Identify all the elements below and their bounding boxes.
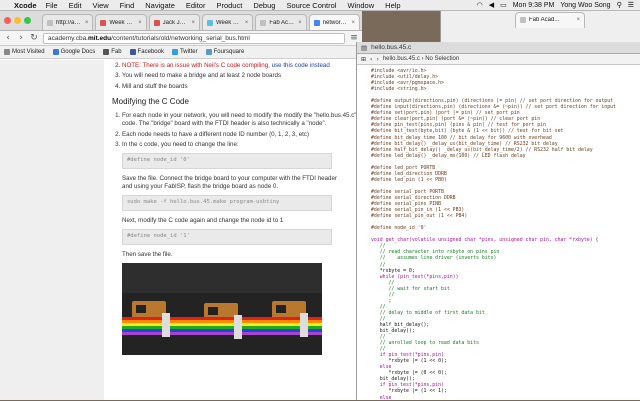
address-bar[interactable]: academy.cba. mit.edu/content/tutorials/ol… [43, 32, 345, 44]
forward-arrow-icon[interactable]: › [376, 56, 378, 63]
code-block: #define node_id '1' [122, 229, 332, 245]
page-margin [0, 60, 104, 400]
steps-list: For each node in your network, you will … [112, 112, 360, 149]
paragraph: Next, modify the C code again and change… [122, 216, 284, 224]
close-icon[interactable]: × [85, 20, 89, 26]
folder-icon [103, 49, 110, 55]
bookmarks-bar: Most Visited Google Docs Fab Facebook Tw… [0, 46, 362, 59]
close-window-icon[interactable] [4, 17, 11, 24]
menu-editor[interactable]: Editor [186, 1, 206, 10]
menu-bar: Xcode File Edit View Find Navigate Edito… [0, 0, 640, 11]
back-arrow-icon[interactable]: ‹ [4, 33, 12, 43]
page-favicon-icon [47, 19, 53, 26]
wifi-icon[interactable]: ◠ [477, 1, 483, 9]
user-name[interactable]: Yong Woo Song [560, 2, 610, 9]
menu-view[interactable]: View [93, 1, 109, 10]
close-icon[interactable]: × [351, 20, 355, 26]
code-block: sudo make -f hello.bus.45.make program-u… [122, 195, 332, 211]
menu-navigate[interactable]: Navigate [145, 1, 175, 10]
docs-icon [52, 49, 59, 55]
browser-tab-0[interactable]: http://aca...index.html× [42, 14, 94, 30]
bookmark-foursquare[interactable]: Foursquare [205, 49, 244, 55]
browser-tab-3[interactable]: Week 12 : Com...× [201, 14, 254, 30]
bookmark-fab[interactable]: Fab [103, 49, 122, 55]
xcode-window: ▤ hello.bus.45.c ⊞ ‹ › hello.bus.45.c › … [356, 42, 640, 401]
related-items-icon[interactable]: ⊞ [361, 56, 366, 63]
page-favicon-icon [206, 19, 213, 26]
file-title: hello.bus.45.c [371, 44, 412, 51]
browser-tab-bar: http://aca...index.html× Week 14 : Netw.… [0, 11, 362, 31]
bookmark-facebook[interactable]: Facebook [129, 49, 164, 55]
menu-source-control[interactable]: Source Control [286, 1, 336, 10]
close-icon[interactable]: × [245, 20, 249, 26]
setup-list: NOTE: There is an issue with Neil's C co… [112, 62, 360, 91]
file-icon: ▤ [361, 43, 368, 52]
browser-window: http://aca...index.html× Week 14 : Netw.… [0, 11, 362, 400]
close-icon[interactable]: × [191, 20, 195, 26]
page-favicon-icon [153, 19, 160, 26]
close-icon[interactable]: × [298, 20, 302, 26]
twitter-icon [171, 49, 178, 55]
menu-window[interactable]: Window [347, 1, 374, 10]
status-area: ◠ ◀ ▭ Mon 9:38 PM Yong Woo Song ⚲ ☰ [477, 1, 640, 9]
browser-tab-2[interactable]: Jack Johnson...× [148, 14, 200, 30]
secondary-tab-bar: Fab Acad... × [441, 11, 640, 28]
menu-app-name[interactable]: Xcode [14, 1, 37, 10]
reload-icon[interactable]: ↻ [30, 33, 38, 43]
list-item: You will need to make a bridge and at le… [122, 72, 360, 80]
xcode-title-bar: ▤ hello.bus.45.c [357, 42, 640, 54]
foursquare-icon [205, 49, 212, 55]
menu-product[interactable]: Product [216, 1, 242, 10]
notification-icon[interactable]: ☰ [628, 1, 634, 9]
menu-file[interactable]: File [46, 1, 58, 10]
clock[interactable]: Mon 9:38 PM [513, 2, 555, 9]
tutorial-page: NOTE: There is an issue with Neil's C co… [104, 60, 360, 400]
volume-icon[interactable]: ◀ [489, 1, 494, 9]
bookmark-twitter[interactable]: Twitter [171, 49, 198, 55]
paragraph: Save the file. Connect the bridge board … [122, 174, 337, 191]
code-block: #define node_id '0' [122, 153, 332, 169]
list-item: In the c code, you need to change the li… [122, 141, 360, 149]
browser-tab-1[interactable]: Week 14 : Netw...× [95, 14, 147, 30]
navigation-bar: ‹ › ↻ academy.cba. mit.edu/content/tutori… [0, 31, 362, 46]
facebook-icon [129, 49, 136, 55]
boards-photo [122, 263, 322, 356]
list-item: Mill and stuff the boards [122, 83, 360, 91]
list-item: NOTE: There is an issue with Neil's C co… [122, 62, 360, 70]
battery-icon[interactable]: ▭ [500, 1, 507, 9]
page-favicon-icon [313, 19, 320, 26]
jump-bar: ⊞ ‹ › hello.bus.45.c › No Selection [357, 54, 640, 65]
spotlight-icon[interactable]: ⚲ [617, 1, 622, 9]
menu-debug[interactable]: Debug [253, 1, 275, 10]
close-icon[interactable]: × [576, 17, 580, 23]
menu-edit[interactable]: Edit [69, 1, 82, 10]
secondary-browser-window: Fab Acad... × [440, 11, 640, 46]
page-favicon-icon [100, 19, 107, 26]
browser-tab-4[interactable]: Fab Academy 2013 |× [255, 14, 307, 30]
page-favicon-icon [260, 19, 267, 26]
list-item: Each node needs to have a different node… [122, 131, 360, 139]
code-link[interactable]: use this code instead [272, 62, 330, 69]
section-heading: Modifying the C Code [112, 97, 189, 107]
menu-find[interactable]: Find [120, 1, 135, 10]
page-viewport: NOTE: There is an issue with Neil's C co… [0, 60, 362, 400]
zoom-window-icon[interactable] [24, 17, 31, 24]
paragraph: Then save the file. [122, 250, 173, 258]
folder-icon [4, 49, 10, 55]
jump-bar-path[interactable]: hello.bus.45.c › No Selection [383, 56, 459, 62]
list-item: For each node in your network, you will … [122, 112, 360, 129]
forward-arrow-icon[interactable]: › [17, 33, 25, 43]
bookmark-most-visited[interactable]: Most Visited [4, 49, 45, 55]
secondary-tab[interactable]: Fab Acad... × [515, 11, 585, 28]
bookmark-google-docs[interactable]: Google Docs [52, 49, 95, 55]
page-favicon-icon [520, 17, 526, 23]
menu-help[interactable]: Help [385, 1, 400, 10]
browser-tab-5[interactable]: networking as 2...× [308, 14, 360, 30]
code-editor[interactable]: #include <avr/io.h> #include <util/delay.… [357, 65, 640, 401]
window-controls [4, 17, 31, 24]
minimize-window-icon[interactable] [14, 17, 21, 24]
boards-photo-drawing [122, 263, 322, 356]
close-icon[interactable]: × [138, 20, 142, 26]
back-arrow-icon[interactable]: ‹ [370, 56, 372, 63]
